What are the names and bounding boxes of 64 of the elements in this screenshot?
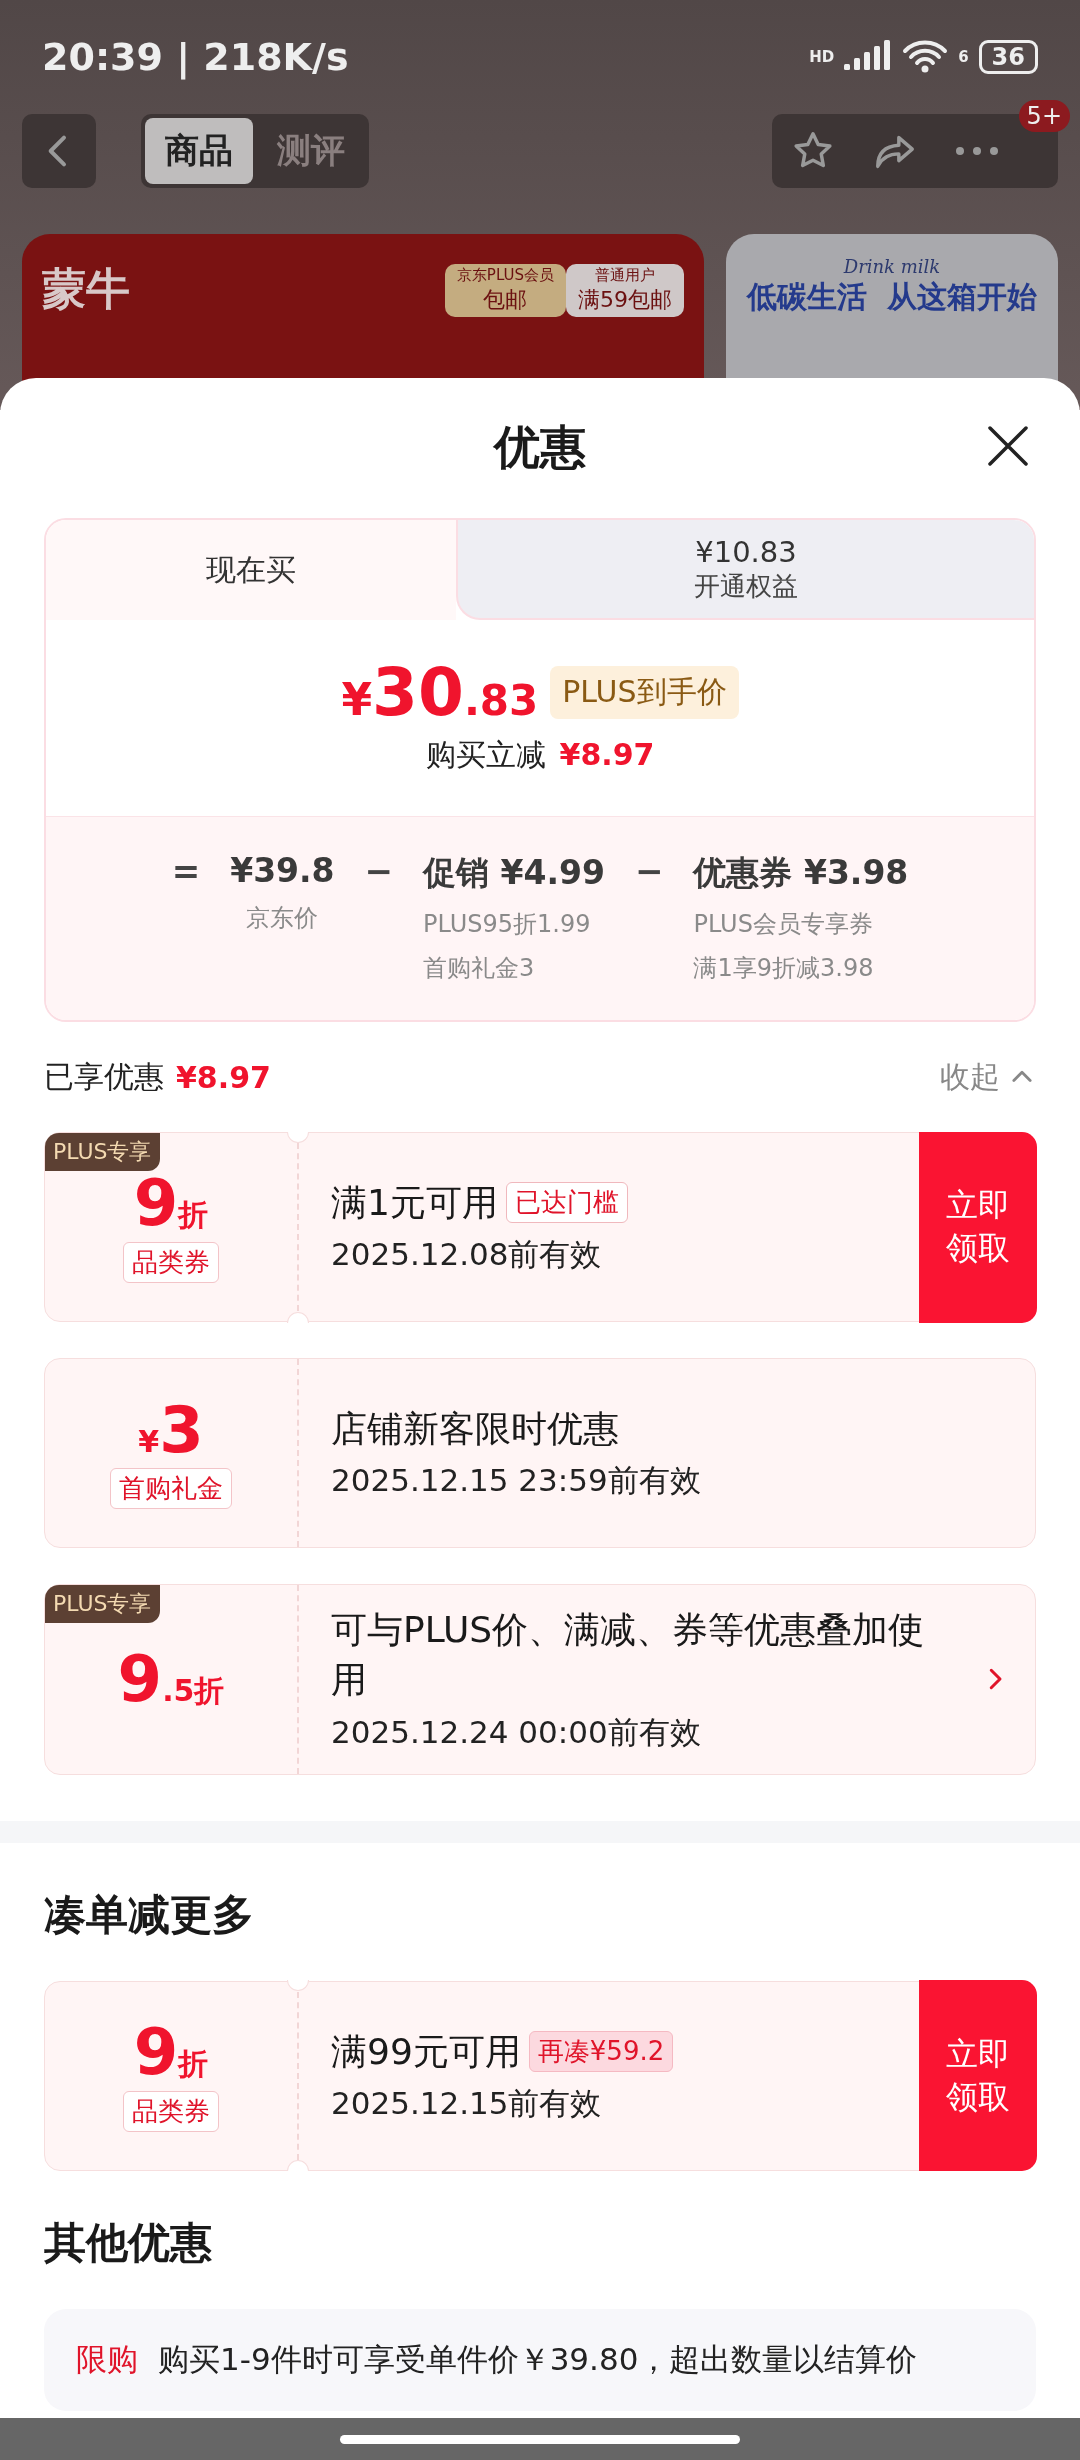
brand-logo: 蒙牛 bbox=[42, 262, 130, 317]
limit-text: 购买1-9件时可享受单件价￥39.80，超出数量以结算价 bbox=[158, 2339, 918, 2379]
banner-slogan: 低碳生活 从这箱开始 bbox=[746, 278, 1038, 317]
close-icon bbox=[986, 424, 1030, 468]
shipping-chip: 普通用户 满59包邮 bbox=[566, 264, 684, 318]
breakdown-note: PLUS会员专享券 bbox=[693, 909, 874, 940]
discount-label: 已享优惠 bbox=[44, 1057, 164, 1096]
threshold-chip: 已达门槛 bbox=[505, 1182, 628, 1224]
breakdown-note: PLUS95折1.99 bbox=[423, 909, 592, 940]
coupon-value: ¥3 bbox=[138, 1397, 204, 1462]
coupon-condition: 满99元可用 bbox=[331, 2029, 521, 2074]
home-indicator[interactable] bbox=[340, 2434, 740, 2444]
coupon-type-tag: 品类券 bbox=[123, 1242, 219, 1283]
discount-value: ¥8.97 bbox=[176, 1059, 271, 1095]
price-badge: PLUS到手价 bbox=[550, 666, 739, 719]
coupon-type-tag: 品类券 bbox=[123, 2090, 219, 2132]
threshold-chip: 再凑¥59.2 bbox=[528, 2031, 674, 2073]
final-price: ¥30.83 bbox=[341, 654, 539, 731]
plus-badge: PLUS专享 bbox=[45, 1585, 160, 1623]
operator-sign: − bbox=[634, 851, 664, 893]
breakdown-note: 京东价 bbox=[245, 903, 320, 934]
status-time: 20:39 | 218K/s bbox=[42, 35, 349, 80]
sheet-title: 优惠 bbox=[494, 419, 586, 476]
back-button[interactable] bbox=[22, 114, 96, 189]
coupon-condition: 店铺新客限时优惠 bbox=[331, 1406, 619, 1451]
coupon-expiry: 2025.12.08前有效 bbox=[331, 1235, 603, 1275]
operator-sign: − bbox=[364, 851, 394, 893]
page-tab[interactable]: 商品 bbox=[145, 118, 253, 185]
coupon-expiry: 2025.12.15前有效 bbox=[331, 2083, 603, 2123]
price-tab[interactable]: 现在买 bbox=[46, 520, 456, 620]
coupon-type-tag: 首购礼金 bbox=[110, 1467, 232, 1509]
coupon-value: 9折 bbox=[133, 1171, 209, 1236]
saving-value: ¥8.97 bbox=[559, 737, 655, 772]
battery-indicator: 36 bbox=[978, 40, 1038, 75]
breakdown-note: 满1享9折减3.98 bbox=[693, 953, 875, 984]
collapse-toggle[interactable]: 收起 bbox=[940, 1056, 1036, 1098]
page-tab[interactable]: 测评 bbox=[257, 118, 365, 185]
saving-label: 购买立减 bbox=[425, 736, 546, 774]
breakdown-amount: 优惠券 ¥3.98 bbox=[693, 852, 909, 894]
breakdown-note: 首购礼金3 bbox=[423, 953, 536, 984]
coupon-value: 9.5折 bbox=[117, 1646, 225, 1712]
operator-sign: = bbox=[171, 851, 201, 893]
script-text: Drink milk bbox=[843, 256, 941, 278]
breakdown-amount: 促销 ¥4.99 bbox=[423, 852, 605, 894]
section-title: 其他优惠 bbox=[44, 2216, 213, 2269]
coupon-condition: 可与PLUS价、满减、券等优惠叠加使用 bbox=[331, 1608, 926, 1703]
notification-badge: 5+ bbox=[1018, 100, 1070, 133]
more-icon bbox=[955, 146, 999, 157]
coupon-expiry: 2025.12.15 23:59前有效 bbox=[331, 1461, 702, 1501]
ticket-notch bbox=[287, 1311, 309, 1323]
price-tab[interactable]: ¥10.83 开通权益 bbox=[456, 520, 1034, 620]
claim-button[interactable]: 立即领取 bbox=[918, 1980, 1037, 2172]
section-title: 凑单减更多 bbox=[44, 1888, 255, 1941]
breakdown-amount: ¥39.8 bbox=[230, 851, 335, 890]
network-label: HD bbox=[809, 48, 835, 67]
coupon-value: 9折 bbox=[133, 2019, 209, 2085]
ticket-notch bbox=[287, 2160, 309, 2172]
limit-tag: 限购 bbox=[76, 2338, 138, 2381]
plus-badge: PLUS专享 bbox=[45, 1133, 160, 1171]
wifi-label: 6 bbox=[958, 48, 969, 67]
claim-button[interactable]: 立即领取 bbox=[918, 1131, 1037, 1323]
shipping-chip: 京东PLUS会员 包邮 bbox=[444, 264, 566, 318]
coupon-expiry: 2025.12.24 00:00前有效 bbox=[331, 1712, 702, 1752]
coupon-condition: 满1元可用 bbox=[331, 1180, 498, 1225]
